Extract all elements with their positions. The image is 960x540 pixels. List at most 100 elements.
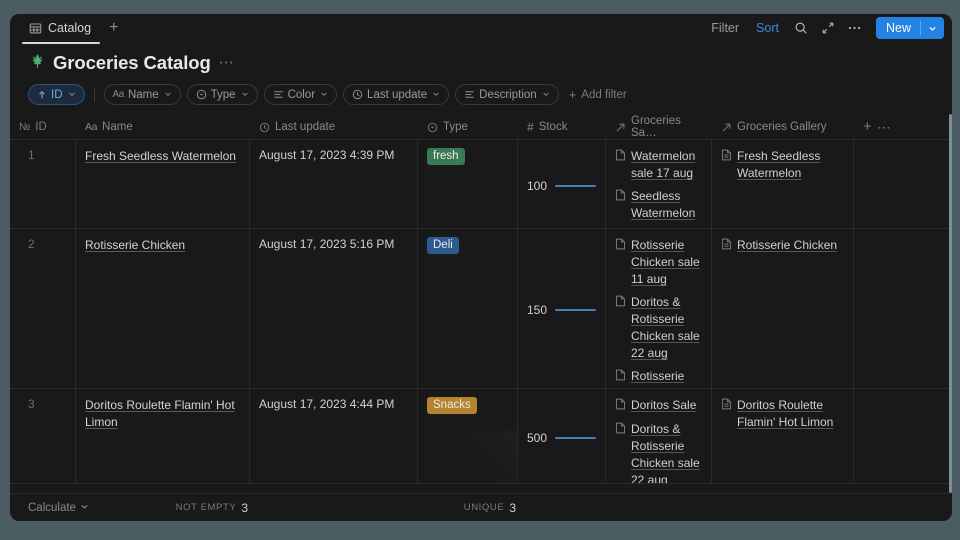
- active-tab-indicator: [22, 42, 100, 44]
- chevron-down-icon[interactable]: [921, 24, 944, 33]
- filter-chip-last-update[interactable]: Last update: [343, 84, 450, 105]
- relation-item[interactable]: Watermelon sale 17 aug: [615, 148, 702, 182]
- add-filter-button[interactable]: + Add filter: [565, 88, 627, 101]
- cell-empty: [854, 389, 952, 483]
- new-tab-button[interactable]: +: [104, 18, 123, 38]
- cell-name[interactable]: Rotisserie Chicken: [76, 229, 250, 388]
- filter-chip-id[interactable]: ID: [28, 84, 85, 105]
- relation-item[interactable]: Rotisserie chicken sale 8 aug: [615, 368, 702, 388]
- chevron-down-icon: [68, 90, 76, 100]
- table-row[interactable]: 1 Fresh Seedless Watermelon August 17, 2…: [10, 140, 952, 229]
- page-header: Groceries Catalog ⋯: [10, 42, 952, 74]
- cell-id: 2: [10, 229, 76, 388]
- cell-stock[interactable]: 150: [518, 229, 606, 388]
- cell-name[interactable]: Fresh Seedless Watermelon: [76, 140, 250, 228]
- relation-item[interactable]: Rotisserie Chicken: [721, 237, 844, 255]
- relation-item[interactable]: Doritos Sale: [615, 397, 702, 415]
- hash-icon: #: [527, 120, 534, 134]
- row-title-link[interactable]: Doritos Roulette Flamin' Hot Limon: [85, 398, 235, 429]
- column-header-groceries-gallery[interactable]: Groceries Gallery: [712, 114, 854, 140]
- tab-label: Catalog: [48, 21, 92, 35]
- cell-stock[interactable]: 500: [518, 389, 606, 483]
- cell-groceries-sales[interactable]: Watermelon sale 17 aug Seedless Watermel…: [606, 140, 712, 228]
- relation-label: Doritos & Rotisserie Chicken sale 22 aug: [631, 422, 700, 483]
- cell-groceries-sales[interactable]: Rotisserie Chicken sale 11 aug Doritos &…: [606, 229, 712, 388]
- page-more-button[interactable]: ⋯: [219, 55, 235, 70]
- cell-last-update[interactable]: August 17, 2023 4:39 PM: [250, 140, 418, 228]
- relation-label: Doritos Roulette Flamin' Hot Limon: [737, 398, 834, 429]
- cell-type[interactable]: Snacks: [418, 389, 518, 483]
- page-icon: [721, 149, 732, 182]
- sort-button[interactable]: Sort: [749, 18, 786, 38]
- cell-groceries-gallery[interactable]: Doritos Roulette Flamin' Hot Limon: [712, 389, 854, 483]
- column-header-last-update[interactable]: Last update: [250, 114, 418, 140]
- arrow-up-icon: [37, 90, 47, 100]
- new-button[interactable]: New: [875, 17, 944, 39]
- cell-stock[interactable]: 100: [518, 140, 606, 228]
- relation-item[interactable]: Seedless Watermelon: [615, 188, 702, 222]
- filter-chip-label: Color: [287, 88, 316, 101]
- ellipsis-icon[interactable]: [843, 17, 867, 39]
- relation-label: Seedless Watermelon: [631, 189, 696, 220]
- filter-chip-type[interactable]: Type: [186, 84, 258, 105]
- status-badge: fresh: [427, 148, 465, 165]
- add-column-button[interactable]: +: [863, 119, 872, 134]
- cell-type[interactable]: Deli: [418, 229, 518, 388]
- column-label: Last update: [275, 121, 336, 133]
- filter-chip-name[interactable]: Aa Name: [103, 84, 181, 105]
- relation-item[interactable]: Doritos & Rotisserie Chicken sale 22 aug: [615, 294, 702, 362]
- column-header-groceries-sales[interactable]: Groceries Sa…: [606, 114, 712, 140]
- aa-text-icon: Aa: [85, 121, 98, 133]
- filter-chip-label: Description: [479, 88, 537, 101]
- column-header-id[interactable]: № ID: [10, 114, 76, 140]
- relation-item[interactable]: Rotisserie Chicken sale 11 aug: [615, 237, 702, 288]
- date-value: August 17, 2023 4:39 PM: [259, 148, 395, 162]
- footer-stat-not-empty[interactable]: NOT EMPTY 3: [90, 501, 260, 515]
- filter-chip-description[interactable]: Description: [455, 84, 559, 105]
- column-header-stock[interactable]: # Stock: [518, 114, 606, 140]
- relation-label: Doritos & Rotisserie Chicken sale 22 aug: [631, 295, 700, 360]
- cell-last-update[interactable]: August 17, 2023 4:44 PM: [250, 389, 418, 483]
- relation-item[interactable]: Doritos & Rotisserie Chicken sale 22 aug: [615, 421, 702, 483]
- table-header-row: № ID Aa Name Last update Type # Stock Gr…: [10, 114, 952, 140]
- filter-chip-label: Last update: [367, 88, 428, 101]
- footer-stat-unique[interactable]: UNIQUE 3: [260, 501, 528, 515]
- cell-name[interactable]: Doritos Roulette Flamin' Hot Limon: [76, 389, 250, 483]
- cell-empty: [854, 140, 952, 228]
- select-circle-icon: [427, 122, 438, 133]
- filter-button[interactable]: Filter: [704, 18, 746, 38]
- cell-groceries-sales[interactable]: Doritos Sale Doritos & Rotisserie Chicke…: [606, 389, 712, 483]
- expand-diagonal-icon[interactable]: [816, 17, 840, 39]
- column-header-name[interactable]: Aa Name: [76, 114, 250, 140]
- column-options-button[interactable]: ⋯: [877, 120, 891, 134]
- relation-item[interactable]: Doritos Roulette Flamin' Hot Limon: [721, 397, 844, 431]
- row-title-link[interactable]: Fresh Seedless Watermelon: [85, 149, 236, 163]
- cell-groceries-gallery[interactable]: Rotisserie Chicken: [712, 229, 854, 388]
- search-icon[interactable]: [789, 17, 813, 39]
- cell-type[interactable]: fresh: [418, 140, 518, 228]
- row-title-link[interactable]: Rotisserie Chicken: [85, 238, 185, 252]
- relation-item[interactable]: Fresh Seedless Watermelon: [721, 148, 844, 182]
- cell-last-update[interactable]: August 17, 2023 5:16 PM: [250, 229, 418, 388]
- stock-progress-bar: [555, 436, 596, 439]
- filter-chip-color[interactable]: Color: [263, 84, 338, 105]
- footer-stat-value: 3: [241, 500, 248, 515]
- tab-catalog[interactable]: Catalog: [22, 15, 98, 41]
- vertical-scrollbar[interactable]: [949, 114, 952, 493]
- relation-arrow-icon: [615, 122, 626, 133]
- column-header-type[interactable]: Type: [418, 114, 518, 140]
- table-row[interactable]: 3 Doritos Roulette Flamin' Hot Limon Aug…: [10, 389, 952, 484]
- stock-value: 500: [527, 430, 548, 445]
- cell-id: 1: [10, 140, 76, 228]
- filter-chip-bar: ID Aa Name Type Color Last update Descri…: [10, 74, 952, 114]
- calculate-button[interactable]: Calculate: [10, 502, 90, 514]
- herb-plant-icon: [30, 53, 45, 73]
- filter-chip-label: Type: [210, 88, 236, 101]
- table-row[interactable]: 2 Rotisserie Chicken August 17, 2023 5:1…: [10, 229, 952, 389]
- stock-value: 100: [527, 178, 548, 193]
- cell-groceries-gallery[interactable]: Fresh Seedless Watermelon: [712, 140, 854, 228]
- chevron-down-icon: [542, 90, 550, 100]
- page-icon: [615, 422, 626, 483]
- select-circle-icon: [196, 89, 207, 100]
- calculate-label: Calculate: [28, 501, 76, 514]
